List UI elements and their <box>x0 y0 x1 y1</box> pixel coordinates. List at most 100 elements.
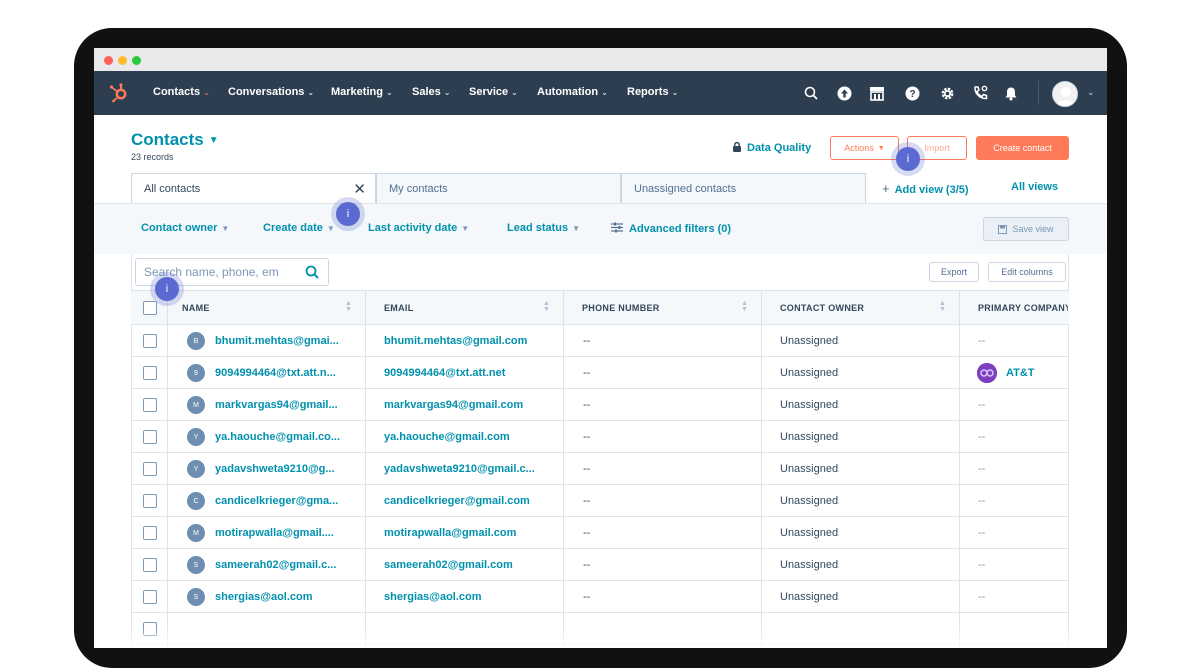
column-header-name[interactable]: NAME <box>182 303 210 313</box>
search-icon[interactable] <box>305 265 319 284</box>
marketplace-icon[interactable] <box>868 84 886 102</box>
table-row[interactable]: 9 9094994464@txt.att.n... 9094994464@txt… <box>131 357 1069 389</box>
close-icon[interactable]: ✕ <box>353 180 366 198</box>
calling-icon[interactable] <box>971 84 989 102</box>
nav-item-service[interactable]: Service⌄ <box>469 86 518 98</box>
contact-name-link[interactable]: 9094994464@txt.att.n... <box>215 367 345 379</box>
column-header-contact-owner[interactable]: CONTACT OWNER <box>780 303 864 313</box>
contact-company: -- <box>978 527 985 539</box>
info-beacon[interactable]: i <box>155 277 179 301</box>
nav-item-reports[interactable]: Reports⌄ <box>627 86 678 98</box>
contact-name-link[interactable]: sameerah02@gmail.c... <box>215 559 345 571</box>
sort-icon[interactable]: ▲▼ <box>939 301 946 313</box>
row-checkbox[interactable] <box>143 430 157 444</box>
contact-name-link[interactable]: candicelkrieger@gma... <box>215 495 345 507</box>
table-row[interactable]: Y ya.haouche@gmail.co... ya.haouche@gmai… <box>131 421 1069 453</box>
table-row[interactable]: C candicelkrieger@gma... candicelkrieger… <box>131 485 1069 517</box>
export-button[interactable]: Export <box>929 262 979 282</box>
contact-name-link[interactable]: ya.haouche@gmail.co... <box>215 431 345 443</box>
contact-name-link[interactable]: shergias@aol.com <box>215 591 345 603</box>
row-checkbox[interactable] <box>143 398 157 412</box>
upgrade-icon[interactable] <box>835 84 853 102</box>
contact-email[interactable]: candicelkrieger@gmail.com <box>384 495 554 507</box>
sort-icon[interactable]: ▲▼ <box>345 301 352 313</box>
create-contact-button[interactable]: Create contact <box>976 136 1069 160</box>
hubspot-logo-icon[interactable] <box>108 82 130 104</box>
tab-all-contacts[interactable]: All contacts ✕ <box>131 173 376 204</box>
maximize-window-dot[interactable] <box>132 56 141 65</box>
table-row[interactable]: M markvargas94@gmail... markvargas94@gma… <box>131 389 1069 421</box>
nav-item-conversations[interactable]: Conversations⌄ <box>228 86 314 98</box>
close-window-dot[interactable] <box>104 56 113 65</box>
row-checkbox[interactable] <box>143 590 157 604</box>
contact-owner: Unassigned <box>780 495 838 507</box>
row-checkbox[interactable] <box>143 366 157 380</box>
page-title[interactable]: Contacts▼ <box>131 130 219 150</box>
contact-name-link[interactable]: markvargas94@gmail... <box>215 399 345 411</box>
column-header-phone[interactable]: PHONE NUMBER <box>582 303 660 313</box>
table-row[interactable]: B bhumit.mehtas@gmai... bhumit.mehtas@gm… <box>131 325 1069 357</box>
nav-item-marketing[interactable]: Marketing⌄ <box>331 86 393 98</box>
tab-my-contacts[interactable]: My contacts <box>376 173 621 204</box>
table-row[interactable]: M motirapwalla@gmail.... motirapwalla@gm… <box>131 517 1069 549</box>
contact-email[interactable]: bhumit.mehtas@gmail.com <box>384 335 554 347</box>
column-header-email[interactable]: EMAIL <box>384 303 414 313</box>
chevron-down-icon[interactable]: ⌄ <box>1087 87 1095 98</box>
table-row[interactable]: S shergias@aol.com shergias@aol.com -- U… <box>131 581 1069 613</box>
actions-dropdown-button[interactable]: Actions▼ <box>830 136 899 160</box>
contact-email[interactable]: markvargas94@gmail.com <box>384 399 554 411</box>
data-quality-link[interactable]: Data Quality <box>732 141 811 155</box>
row-checkbox[interactable] <box>143 462 157 476</box>
sort-icon[interactable]: ▲▼ <box>741 301 748 313</box>
tab-unassigned-contacts[interactable]: Unassigned contacts <box>621 173 866 204</box>
notifications-icon[interactable] <box>1002 84 1020 102</box>
contact-email[interactable]: 9094994464@txt.att.net <box>384 367 554 379</box>
filter-last-activity-date[interactable]: Last activity date▼ <box>368 222 469 234</box>
contact-owner: Unassigned <box>780 399 838 411</box>
nav-item-sales[interactable]: Sales⌄ <box>412 86 450 98</box>
contact-avatar: S <box>187 588 205 606</box>
contact-email[interactable]: yadavshweta9210@gmail.c... <box>384 463 554 475</box>
row-checkbox[interactable] <box>143 526 157 540</box>
contact-email[interactable]: motirapwalla@gmail.com <box>384 527 554 539</box>
add-view-button[interactable]: +Add view (3/5) <box>882 181 969 196</box>
nav-item-automation[interactable]: Automation⌄ <box>537 86 608 98</box>
filter-contact-owner[interactable]: Contact owner▼ <box>141 222 229 234</box>
contact-owner: Unassigned <box>780 335 838 347</box>
all-views-link[interactable]: All views <box>1011 181 1058 193</box>
filter-create-date[interactable]: Create date▼ <box>263 222 335 234</box>
save-view-button[interactable]: Save view <box>983 217 1069 241</box>
edit-columns-button[interactable]: Edit columns <box>988 262 1066 282</box>
search-icon[interactable] <box>802 84 820 102</box>
contact-name-link[interactable]: motirapwalla@gmail.... <box>215 527 345 539</box>
chevron-down-icon: ⌄ <box>307 88 314 97</box>
info-beacon[interactable]: i <box>896 147 920 171</box>
column-header-primary-company[interactable]: PRIMARY COMPANY <box>978 303 1068 313</box>
row-checkbox[interactable] <box>143 334 157 348</box>
company-link[interactable]: AT&T <box>1006 367 1035 379</box>
contact-email[interactable]: shergias@aol.com <box>384 591 554 603</box>
contact-owner: Unassigned <box>780 527 838 539</box>
row-checkbox[interactable] <box>143 494 157 508</box>
settings-icon[interactable] <box>938 84 956 102</box>
advanced-filters-button[interactable]: Advanced filters (0) <box>611 222 731 236</box>
contact-avatar: C <box>187 492 205 510</box>
help-icon[interactable]: ? <box>903 84 921 102</box>
contact-phone: -- <box>583 399 590 411</box>
table-row[interactable]: Y yadavshweta9210@g... yadavshweta9210@g… <box>131 453 1069 485</box>
user-avatar[interactable] <box>1052 81 1078 107</box>
nav-item-contacts[interactable]: Contacts⌄ <box>153 86 210 98</box>
contact-email[interactable]: ya.haouche@gmail.com <box>384 431 554 443</box>
minimize-window-dot[interactable] <box>118 56 127 65</box>
row-checkbox[interactable] <box>143 558 157 572</box>
select-all-checkbox[interactable] <box>143 301 157 315</box>
plus-icon: + <box>882 181 890 196</box>
contact-email[interactable]: sameerah02@gmail.com <box>384 559 554 571</box>
filter-lead-status[interactable]: Lead status▼ <box>507 222 580 234</box>
contact-name-link[interactable]: bhumit.mehtas@gmai... <box>215 335 345 347</box>
contact-name-link[interactable]: yadavshweta9210@g... <box>215 463 345 475</box>
info-beacon[interactable]: i <box>336 202 360 226</box>
table-row[interactable]: S sameerah02@gmail.c... sameerah02@gmail… <box>131 549 1069 581</box>
sort-icon[interactable]: ▲▼ <box>543 301 550 313</box>
contact-owner: Unassigned <box>780 591 838 603</box>
